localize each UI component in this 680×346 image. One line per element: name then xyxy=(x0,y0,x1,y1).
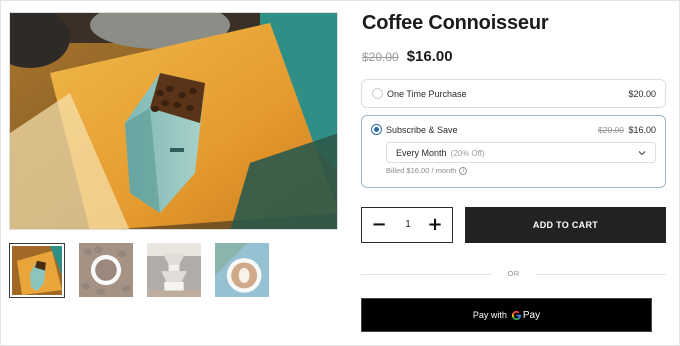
coffee-beans-cup-thumb[interactable] xyxy=(79,243,133,297)
quantity-decrease-button[interactable]: − xyxy=(366,208,392,242)
product-main-image[interactable] xyxy=(9,12,338,230)
frequency-select[interactable]: Every Month (20% Off) xyxy=(386,142,656,163)
billing-note: Billed $16.00 / month i xyxy=(386,166,468,175)
subscribe-option[interactable]: Subscribe & Save $20.00 $16.00 Every Mon… xyxy=(361,115,666,188)
subscribe-price: $16.00 xyxy=(628,125,656,135)
quantity-value[interactable]: 1 xyxy=(398,219,418,230)
billing-text: Billed $16.00 / month xyxy=(386,166,457,175)
frequency-discount-note: (20% Off) xyxy=(450,149,485,158)
add-to-cart-button[interactable]: ADD TO CART xyxy=(465,207,666,243)
google-pay-button[interactable]: Pay with Pay xyxy=(361,298,652,332)
quantity-increase-button[interactable]: + xyxy=(422,208,448,242)
current-price: $16.00 xyxy=(406,48,453,65)
divider-line-right xyxy=(536,274,666,275)
chevron-down-icon xyxy=(638,151,646,156)
subscribe-label: Subscribe & Save xyxy=(386,125,458,135)
one-time-price: $20.00 xyxy=(628,89,656,99)
one-time-label: One Time Purchase xyxy=(387,89,467,99)
price-row: $20.00 $16.00 xyxy=(362,48,453,65)
info-icon[interactable]: i xyxy=(459,166,468,175)
product-title: Coffee Connoisseur xyxy=(362,12,549,34)
frequency-label: Every Month xyxy=(396,148,447,158)
thumbnail-strip xyxy=(9,243,269,298)
gpay-brand: Pay xyxy=(522,309,541,321)
quantity-stepper: − 1 + xyxy=(361,207,453,243)
google-pay-logo: Pay xyxy=(511,310,540,321)
one-time-radio[interactable] xyxy=(372,88,383,99)
subscribe-radio[interactable] xyxy=(371,124,382,135)
coffee-drip-stack-thumb[interactable] xyxy=(147,243,201,297)
gpay-prefix: Pay with xyxy=(472,310,507,320)
or-divider: OR xyxy=(361,269,666,279)
one-time-purchase-option[interactable]: One Time Purchase $20.00 xyxy=(361,79,666,108)
coffee-bag-thumb[interactable] xyxy=(9,243,65,298)
latte-art-thumb[interactable] xyxy=(215,243,269,297)
frequency-value: Every Month (20% Off) xyxy=(396,148,485,158)
compare-at-price: $20.00 xyxy=(362,50,399,64)
subscribe-old-price: $20.00 xyxy=(598,125,624,135)
google-g-icon xyxy=(511,310,521,320)
